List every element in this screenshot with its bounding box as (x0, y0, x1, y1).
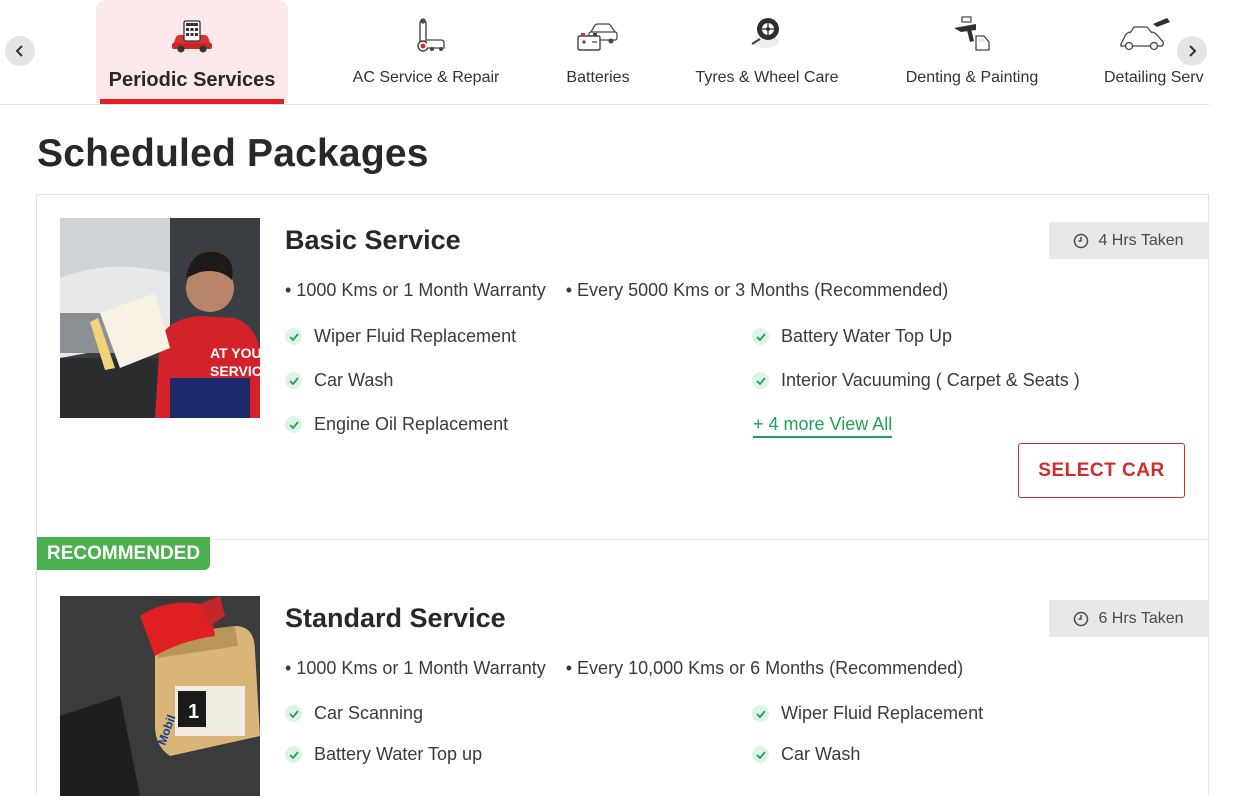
category-label: Periodic Services (108, 69, 276, 91)
feature-item: Car Wash (752, 744, 860, 765)
category-label: AC Service & Repair (352, 69, 500, 86)
category-label: Detailing Serv (1104, 69, 1204, 86)
check-icon (752, 372, 769, 389)
package-card-standard: 1 Mobil RECOMMENDED Standard Service 6 H… (37, 537, 1208, 800)
interval-text: • Every 10,000 Kms or 6 Months (Recommen… (565, 658, 964, 678)
prev-categories-button[interactable] (5, 36, 35, 66)
feature-label: Car Wash (781, 744, 861, 764)
package-card-basic: AT YOUR SERVICE Basic Service 4 Hrs Take… (37, 195, 1208, 539)
warranty-text: • 1000 Kms or 1 Month Warranty (285, 280, 546, 300)
car-detailing-icon (1117, 14, 1170, 54)
category-label: Denting & Painting (905, 69, 1039, 86)
category-label: Tyres & Wheel Care (695, 69, 839, 86)
next-categories-button[interactable] (1177, 36, 1207, 66)
interval-text: • Every 5000 Kms or 3 Months (Recommende… (565, 280, 949, 300)
time-taken-badge: 4 Hrs Taken (1049, 222, 1208, 259)
feature-item: Car Wash (285, 370, 393, 391)
feature-item: Interior Vacuuming ( Carpet & Seats ) (752, 370, 1080, 391)
feature-label: Battery Water Top up (314, 744, 483, 764)
tyre-icon (744, 14, 790, 54)
check-icon (285, 746, 302, 763)
svg-text:AT YOUR: AT YOUR (210, 345, 260, 361)
car-battery-icon (575, 14, 621, 54)
check-icon (752, 705, 769, 722)
recommended-badge: RECOMMENDED (37, 537, 211, 570)
category-label: Batteries (566, 69, 630, 86)
check-icon (752, 328, 769, 345)
check-icon (285, 372, 302, 389)
warranty-text: • 1000 Kms or 1 Month Warranty (285, 658, 546, 678)
page-title: Scheduled Packages (37, 132, 429, 175)
category-tab-tyres[interactable]: Tyres & Wheel Care (688, 0, 846, 104)
clock-icon (1074, 611, 1089, 626)
category-tab-periodic-services[interactable]: Periodic Services (96, 0, 288, 104)
chevron-right-icon (1189, 45, 1197, 57)
feature-label: Interior Vacuuming ( Carpet & Seats ) (781, 370, 1080, 390)
feature-item: Car Scanning (285, 703, 423, 724)
feature-label: Battery Water Top Up (781, 326, 953, 346)
package-list: AT YOUR SERVICE Basic Service 4 Hrs Take… (36, 194, 1209, 796)
package-specs: • 1000 Kms or 1 Month Warranty • Every 50… (285, 280, 948, 301)
feature-item: Wiper Fluid Replacement (752, 703, 983, 724)
category-tab-batteries[interactable]: Batteries (553, 0, 643, 104)
car-service-icon (169, 14, 215, 54)
package-title: Basic Service (285, 225, 461, 255)
clock-icon (1074, 233, 1089, 248)
feature-item: Battery Water Top Up (752, 326, 952, 347)
feature-item: Engine Oil Replacement (285, 414, 508, 435)
feature-label: Car Scanning (314, 703, 424, 723)
feature-item: Battery Water Top up (285, 744, 482, 765)
feature-label: Wiper Fluid Replacement (781, 703, 984, 723)
svg-text:SERVICE: SERVICE (210, 363, 260, 379)
category-nav: Periodic Services AC Service & Repair Ba… (0, 0, 1209, 105)
package-specs: • 1000 Kms or 1 Month Warranty • Every 10… (285, 658, 963, 679)
check-icon (285, 416, 302, 433)
feature-label: Car Wash (314, 370, 394, 390)
svg-text:1: 1 (188, 701, 199, 723)
chevron-left-icon (15, 45, 23, 57)
standard-service-image: 1 Mobil (60, 596, 260, 796)
category-tab-denting[interactable]: Denting & Painting (897, 0, 1047, 104)
check-icon (752, 746, 769, 763)
feature-label: Engine Oil Replacement (314, 414, 509, 434)
view-all-link[interactable]: + 4 more View All (753, 414, 893, 438)
time-taken-label: 6 Hrs Taken (1098, 609, 1184, 627)
spray-gun-icon (949, 14, 995, 54)
check-icon (285, 705, 302, 722)
select-car-button[interactable]: SELECT CAR (1018, 443, 1185, 498)
category-tab-ac-service[interactable]: AC Service & Repair (346, 0, 506, 104)
time-taken-badge: 6 Hrs Taken (1049, 600, 1208, 637)
package-title: Standard Service (285, 603, 506, 633)
active-tab-indicator (100, 99, 284, 104)
ac-thermometer-icon (403, 14, 449, 54)
basic-service-image: AT YOUR SERVICE (60, 218, 260, 418)
check-icon (285, 328, 302, 345)
feature-label: Wiper Fluid Replacement (314, 326, 517, 346)
feature-item: Wiper Fluid Replacement (285, 326, 516, 347)
time-taken-label: 4 Hrs Taken (1098, 231, 1184, 249)
